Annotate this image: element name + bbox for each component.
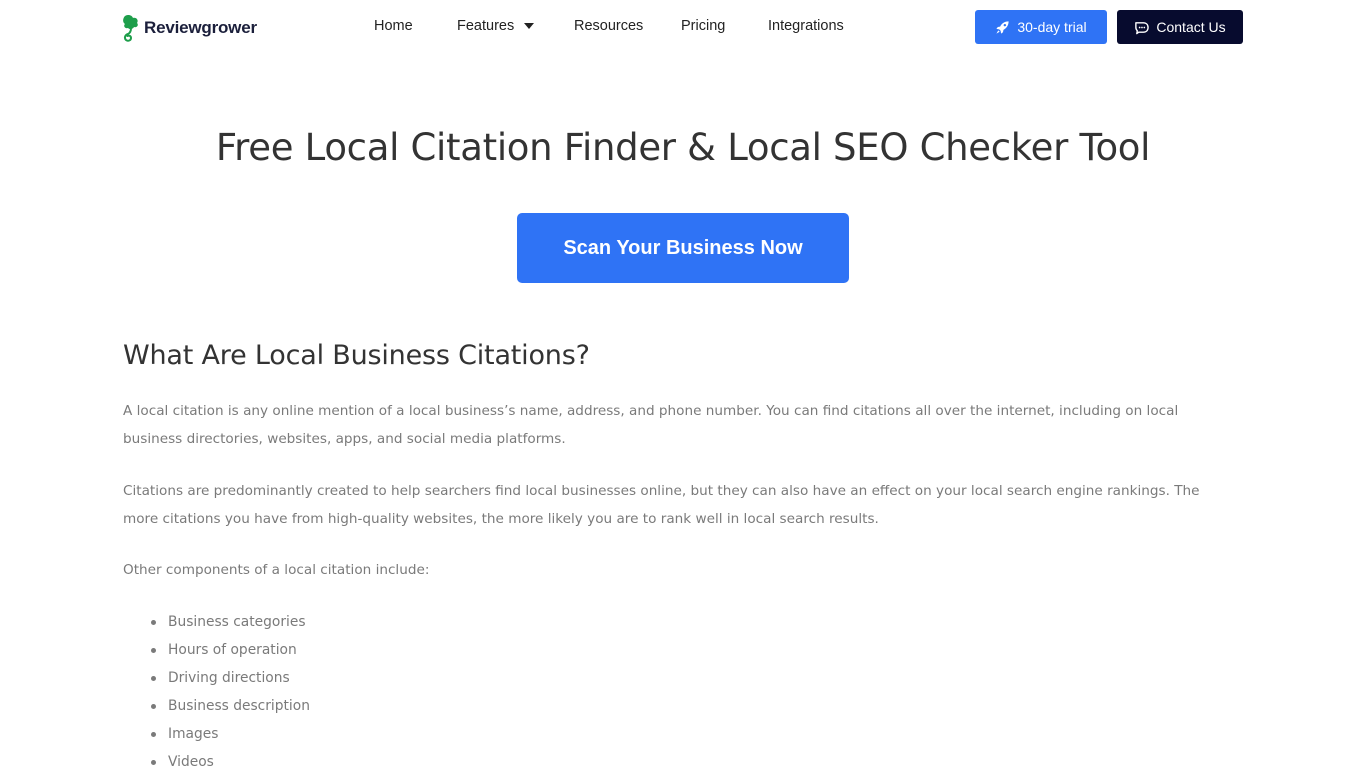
logo-link[interactable]: Reviewgrower [122,14,257,42]
nav-item-label: Integrations [768,18,844,34]
nav-item-integrations[interactable]: Integrations [768,18,844,34]
paragraph-definition: A local citation is any online mention o… [123,403,1179,447]
nav-item-home[interactable]: Home [374,18,413,34]
contact-button-label: Contact Us [1156,19,1226,35]
list-item: Business categories [148,608,310,636]
list-item: Driving directions [148,664,310,692]
nav-item-label: Features [457,18,515,34]
nav-item-resources[interactable]: Resources [574,18,643,34]
trial-button[interactable]: 30-day trial [975,10,1107,44]
nav-item-features[interactable]: Features [457,18,535,34]
trial-button-label: 30-day trial [1017,19,1087,35]
page-title: Free Local Citation Finder & Local SEO C… [215,126,1151,169]
scan-business-button[interactable]: Scan Your Business Now [517,213,849,283]
list-item: Hours of operation [148,636,310,664]
paragraph-purpose: Citations are predominantly created to h… [123,483,1200,527]
rocket-icon [996,20,1009,34]
nav-item-label: Home [374,18,413,34]
nav-item-label: Pricing [681,18,726,34]
caret-down-icon [524,23,535,29]
contact-button[interactable]: Contact Us [1117,10,1243,44]
list-item: Videos [148,748,310,768]
site-header: Reviewgrower Home Features Resources Pri… [0,0,1366,54]
list-item: Business description [148,692,310,720]
logo-text: Reviewgrower [144,18,257,37]
chat-bubble-icon [1135,21,1150,34]
section-heading: What Are Local Business Citations? [123,340,590,371]
sprout-logo-icon [123,14,138,42]
list-item: Images [148,720,310,748]
nav-item-pricing[interactable]: Pricing [681,18,725,34]
paragraph-components-intro: Other components of a local citation inc… [123,562,430,578]
components-list: Business categories Hours of operation D… [148,608,310,768]
nav-item-label: Resources [574,18,644,34]
